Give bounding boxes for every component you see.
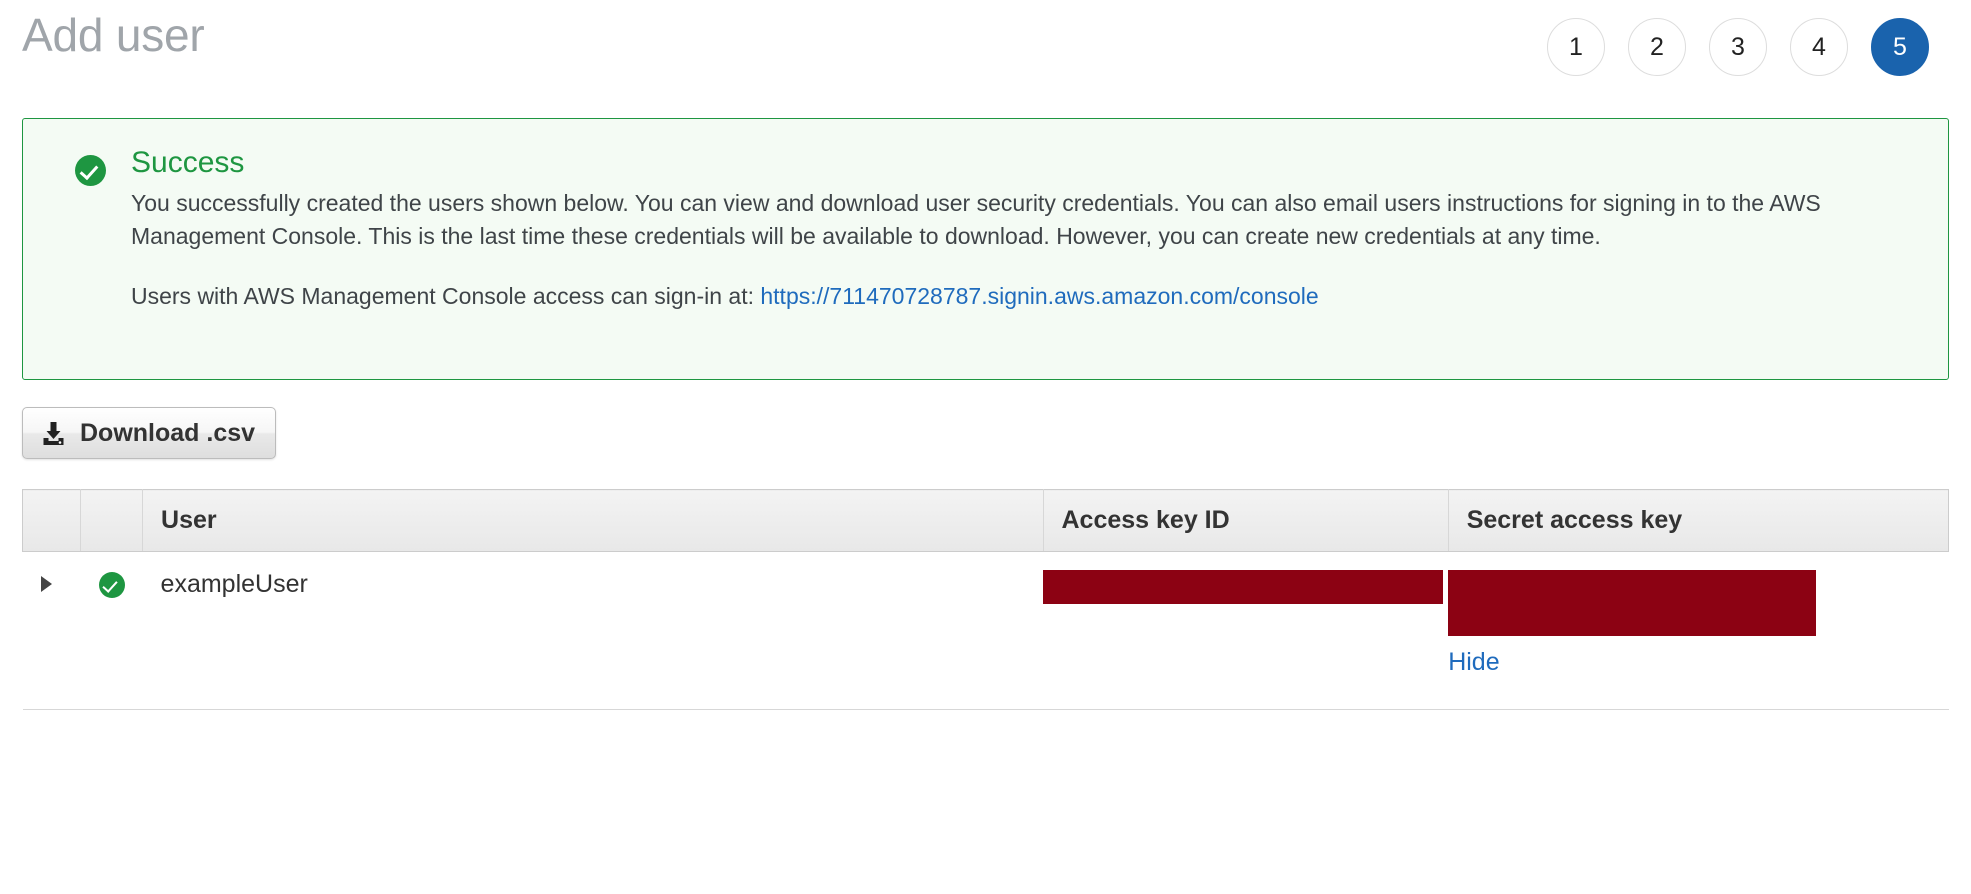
download-csv-label: Download .csv	[80, 418, 256, 447]
row-user-cell: exampleUser	[142, 551, 1043, 710]
caret-right-icon[interactable]	[40, 576, 52, 592]
secret-access-key-redacted	[1448, 570, 1817, 636]
row-expand-cell[interactable]	[22, 551, 81, 710]
table-body: exampleUser Hide	[22, 551, 1949, 710]
step-indicator: 1 2 3 4 5	[1547, 18, 1929, 76]
column-header-expand	[21, 489, 82, 552]
check-circle-icon	[74, 155, 106, 186]
column-header-secret-access-key: Secret access key	[1448, 489, 1950, 552]
step-1-label: 1	[1569, 32, 1583, 61]
step-5-label: 5	[1893, 32, 1907, 61]
step-3-label: 3	[1731, 32, 1745, 61]
step-2[interactable]: 2	[1628, 18, 1686, 76]
signin-prefix: Users with AWS Management Console access…	[131, 282, 754, 309]
column-header-status	[80, 489, 144, 552]
column-header-access-key-id: Access key ID	[1043, 489, 1449, 552]
step-4-label: 4	[1812, 32, 1826, 61]
alert-icon-column	[49, 141, 131, 379]
page-title: Add user	[22, 9, 205, 61]
table-header-row: User Access key ID Secret access key	[21, 489, 1950, 552]
download-icon	[41, 421, 66, 446]
access-key-id-redacted	[1043, 570, 1443, 604]
step-3[interactable]: 3	[1709, 18, 1767, 76]
row-status-cell	[80, 551, 143, 710]
download-csv-button[interactable]: Download .csv	[22, 407, 277, 459]
column-header-user: User	[142, 489, 1044, 552]
step-1[interactable]: 1	[1547, 18, 1605, 76]
signin-url-link[interactable]: https://711470728787.signin.aws.amazon.c…	[760, 283, 1318, 309]
check-circle-icon	[98, 572, 125, 598]
alert-title: Success	[131, 146, 245, 179]
credentials-table: User Access key ID Secret access key exa…	[21, 489, 1950, 710]
step-5[interactable]: 5	[1871, 18, 1929, 76]
signin-line: Users with AWS Management Console access…	[131, 280, 1871, 313]
toolbar: Download .csv	[0, 380, 1971, 459]
alert-message: You successfully created the users shown…	[131, 189, 1821, 249]
step-2-label: 2	[1650, 32, 1664, 61]
table-row: exampleUser Hide	[22, 551, 1949, 710]
user-name: exampleUser	[160, 570, 308, 598]
alert-body: Success You successfully created the use…	[131, 141, 1922, 379]
table-head: User Access key ID Secret access key	[21, 489, 1950, 552]
step-4[interactable]: 4	[1790, 18, 1848, 76]
row-secret-access-key-cell: Hide	[1448, 551, 1949, 710]
page-header: Add user 1 2 3 4 5	[0, 0, 1971, 118]
success-alert: Success You successfully created the use…	[22, 118, 1949, 380]
row-access-key-id-cell	[1043, 551, 1449, 710]
hide-secret-link[interactable]: Hide	[1448, 648, 1499, 677]
